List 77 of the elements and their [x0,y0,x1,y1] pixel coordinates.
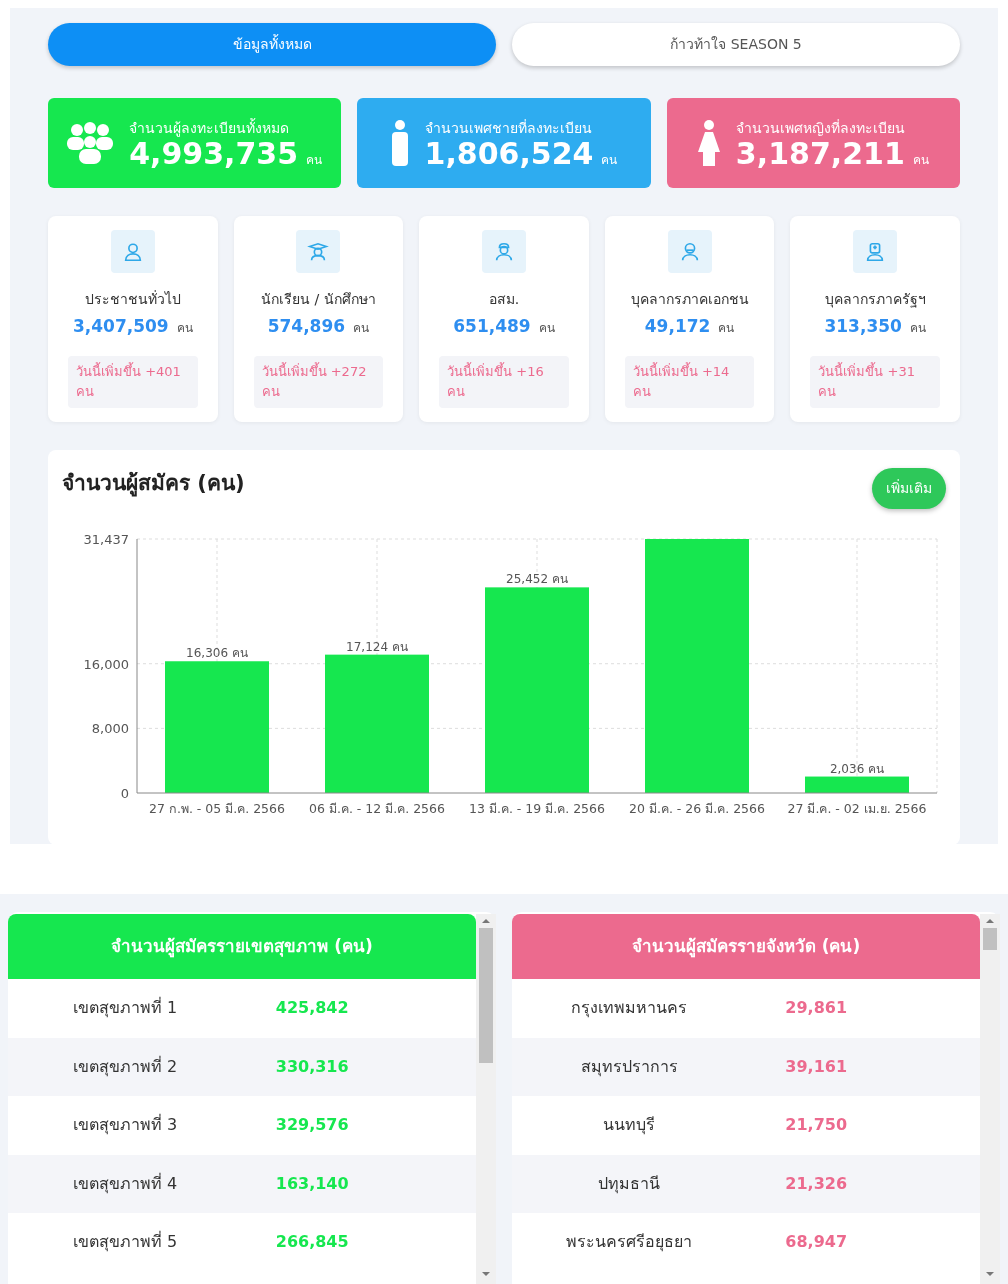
worker-icon [493,240,515,263]
chart-title: จำนวนผู้สมัคร (คน) [62,470,245,499]
table-cell-text: 21,326 [784,1172,849,1195]
x-axis-label: 06 มี.ค. - 12 มี.ค. 2566 [309,801,445,816]
x-axis-label: 13 มี.ค. - 19 มี.ค. 2566 [469,801,605,816]
group-value: 651,489 [453,315,531,339]
group-label: บุคลากรภาครัฐฯ [824,290,926,310]
stat-value: 4,993,735 [129,138,299,169]
today-increase: วันนี้เพิ่มขึ้น +272 คน [253,355,384,408]
x-axis-label: 27 มี.ค. - 02 เม.ย. 2566 [787,801,927,816]
group-label: อสม. [488,290,520,310]
today-increase: วันนี้เพิ่มขึ้น +16 คน [439,355,569,408]
today-increase: วันนี้เพิ่มขึ้น +31 คน [810,355,940,408]
scrollbar[interactable] [476,914,496,1284]
today-increase: วันนี้เพิ่มขึ้น +14 คน [624,355,755,408]
unit-label: คน [718,320,735,338]
stat-label: จำนวนผู้ลงทะเบียนทั้งหมด [129,117,291,139]
table-cell-text: ปทุมธานี [597,1172,661,1196]
man-icon [390,120,409,166]
group-label: บุคลากรภาคเอกชน [630,290,749,310]
table-cell-text: นนทบุรี [602,1114,656,1137]
y-tick-label: 31,437 [83,532,129,547]
y-tick-label: 8,000 [91,721,129,737]
table-cell-text: 425,842 [274,997,350,1020]
bar-value-label: 25,452 คน [506,572,568,587]
table-cell-text: เขตสุขภาพที่ 5 [71,1230,179,1254]
tab[interactable]: ก้าวท้าใจ SEASON 5 [512,23,960,66]
group-label: นักเรียน / นักศึกษา [261,290,376,310]
group-value: 574,896 [267,315,346,339]
scroll-thumb[interactable] [479,928,493,1063]
table-cell-text: เขตสุขภาพที่ 3 [71,1113,179,1137]
tab[interactable]: ข้อมูลทั้งหมด [48,23,496,66]
unit-label: คน [601,151,618,169]
unit-label: คน [538,320,555,338]
table-cell-text: เขตสุขภาพที่ 2 [71,1055,179,1079]
table-cell-text: 29,861 [784,997,849,1020]
more-button[interactable]: เพิ่มเติม [872,468,946,509]
table-cell-text: เขตสุขภาพที่ 4 [71,1172,179,1196]
table-cell-text: 163,140 [274,1172,350,1195]
unit-label: คน [176,320,193,338]
stat-label: จำนวนเพศชายที่ลงทะเบียน [424,118,593,138]
stat-value: 1,806,524 [424,138,594,169]
x-axis-label: 27 ก.พ. - 05 มี.ค. 2566 [149,801,285,816]
table-cell-text: 329,576 [274,1114,350,1137]
bar-value-label: 17,124 คน [346,639,408,654]
graduate-icon [307,240,330,263]
unit-label: คน [912,151,929,169]
table-cell-text: เขตสุขภาพที่ 1 [71,996,179,1020]
group-label: ประชาชนทั่วไป [84,289,181,310]
table-cell-text: 39,161 [784,1055,849,1078]
table-cell-text: 266,845 [274,1231,350,1254]
stat-value: 3,187,211 [735,138,905,169]
x-axis-label: 20 มี.ค. - 26 มี.ค. 2566 [629,801,765,816]
table-cell-text: 68,947 [784,1231,849,1254]
bar-value-label: 16,306 คน [186,646,248,661]
y-tick-label: 16,000 [83,656,129,672]
table-cell-text: 21,750 [784,1114,849,1137]
y-tick-label: 0 [120,786,129,801]
today-increase: วันนี้เพิ่มขึ้น +401 คน [68,355,198,408]
stat-label: จำนวนเพศหญิงที่ลงทะเบียน [735,118,906,138]
unit-label: คน [909,320,926,338]
table-cell-text: พระนครศรีอยุธยา [565,1231,693,1254]
people-icon [67,122,114,164]
table-cell-text: กรุงเทพมหานคร [570,997,688,1020]
group-value: 3,407,509 [72,315,169,339]
table-header: จำนวนผู้สมัครรายจังหวัด (คน) [512,914,980,979]
group-value: 49,172 [644,315,711,339]
bar-value-label: 2,036 คน [829,761,885,776]
table-cell-text: สมุทรปราการ [579,1055,679,1079]
unit-label: คน [306,151,323,169]
group-value: 313,350 [824,315,902,339]
table-cell-text: 330,316 [274,1055,350,1078]
unit-label: คน [353,320,370,338]
table-header: จำนวนผู้สมัครรายเขตสุขภาพ (คน) [8,914,476,979]
scrollbar[interactable] [980,914,1000,1284]
scroll-thumb[interactable] [983,928,997,950]
woman-icon [697,120,720,166]
